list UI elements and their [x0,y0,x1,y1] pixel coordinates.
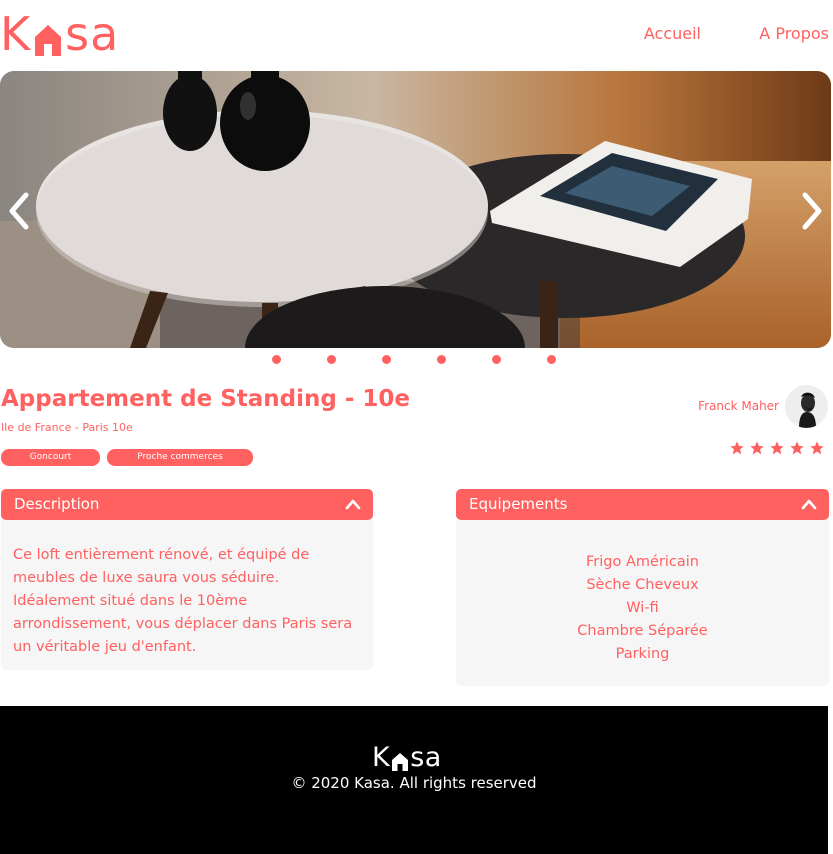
equipments-toggle[interactable]: Equipements [456,489,829,520]
rating-stars [729,440,825,456]
logo-letters-sa: sa [65,7,120,61]
image-carousel [0,71,831,348]
equipments-collapse: Equipements Frigo Américain Sèche Cheveu… [456,489,829,686]
carousel-dot[interactable] [492,355,501,364]
description-collapse: Description Ce loft entièrement rénové, … [1,489,373,670]
listing-title: Appartement de Standing - 10e [1,386,411,412]
kasa-logo[interactable]: K sa [0,6,119,62]
chevron-up-icon[interactable] [345,497,361,511]
person-icon [785,385,828,428]
house-icon [35,25,62,56]
equipments-heading: Equipements [469,495,568,513]
host-avatar [785,385,828,428]
carousel-dot[interactable] [547,355,556,364]
carousel-dot[interactable] [272,355,281,364]
star-icon [810,441,824,455]
carousel-dot[interactable] [437,355,446,364]
equipments-list: Frigo Américain Sèche Cheveux Wi-fi Cham… [456,551,829,666]
star-icon [750,441,764,455]
tag: Goncourt [1,449,100,466]
footer-logo: K sa [372,742,442,774]
equipment-item: Chambre Séparée [577,623,708,639]
house-icon [392,753,409,771]
tag: Proche commerces [107,449,253,466]
carousel-next-button[interactable] [795,189,829,233]
logo-letter-k: K [0,7,32,61]
carousel-dots [271,355,561,365]
star-icon [770,441,784,455]
host-name: Franck Maher [698,399,779,413]
footer: K sa © 2020 Kasa. All rights reserved [0,706,828,854]
equipment-item: Frigo Américain [586,554,699,570]
footer-logo-letters-sa: sa [410,742,442,773]
nav-link-home[interactable]: Accueil [644,24,701,43]
nav-link-about[interactable]: A Propos [759,24,829,43]
star-icon [730,441,744,455]
carousel-dot[interactable] [382,355,391,364]
listing-location: Ile de France - Paris 10e [1,421,133,434]
footer-logo-letter-k: K [372,742,391,773]
star-icon [790,441,804,455]
description-heading: Description [14,495,100,513]
copyright-text: © 2020 Kasa. All rights reserved [291,774,537,792]
equipment-item: Sèche Cheveux [586,577,699,593]
equipment-item: Wi-fi [626,600,659,616]
equipments-panel: Frigo Américain Sèche Cheveux Wi-fi Cham… [456,520,829,686]
description-text: Ce loft entièrement rénové, et équipé de… [13,547,353,655]
chevron-up-icon[interactable] [801,497,817,511]
description-panel: Ce loft entièrement rénové, et équipé de… [1,520,373,670]
description-toggle[interactable]: Description [1,489,373,520]
carousel-prev-button[interactable] [2,189,36,233]
header: K sa Accueil A Propos [0,0,833,70]
tag-list: Goncourt Proche commerces [1,449,253,466]
equipment-item: Parking [615,646,670,662]
carousel-dot[interactable] [327,355,336,364]
carousel-photo [0,71,831,348]
